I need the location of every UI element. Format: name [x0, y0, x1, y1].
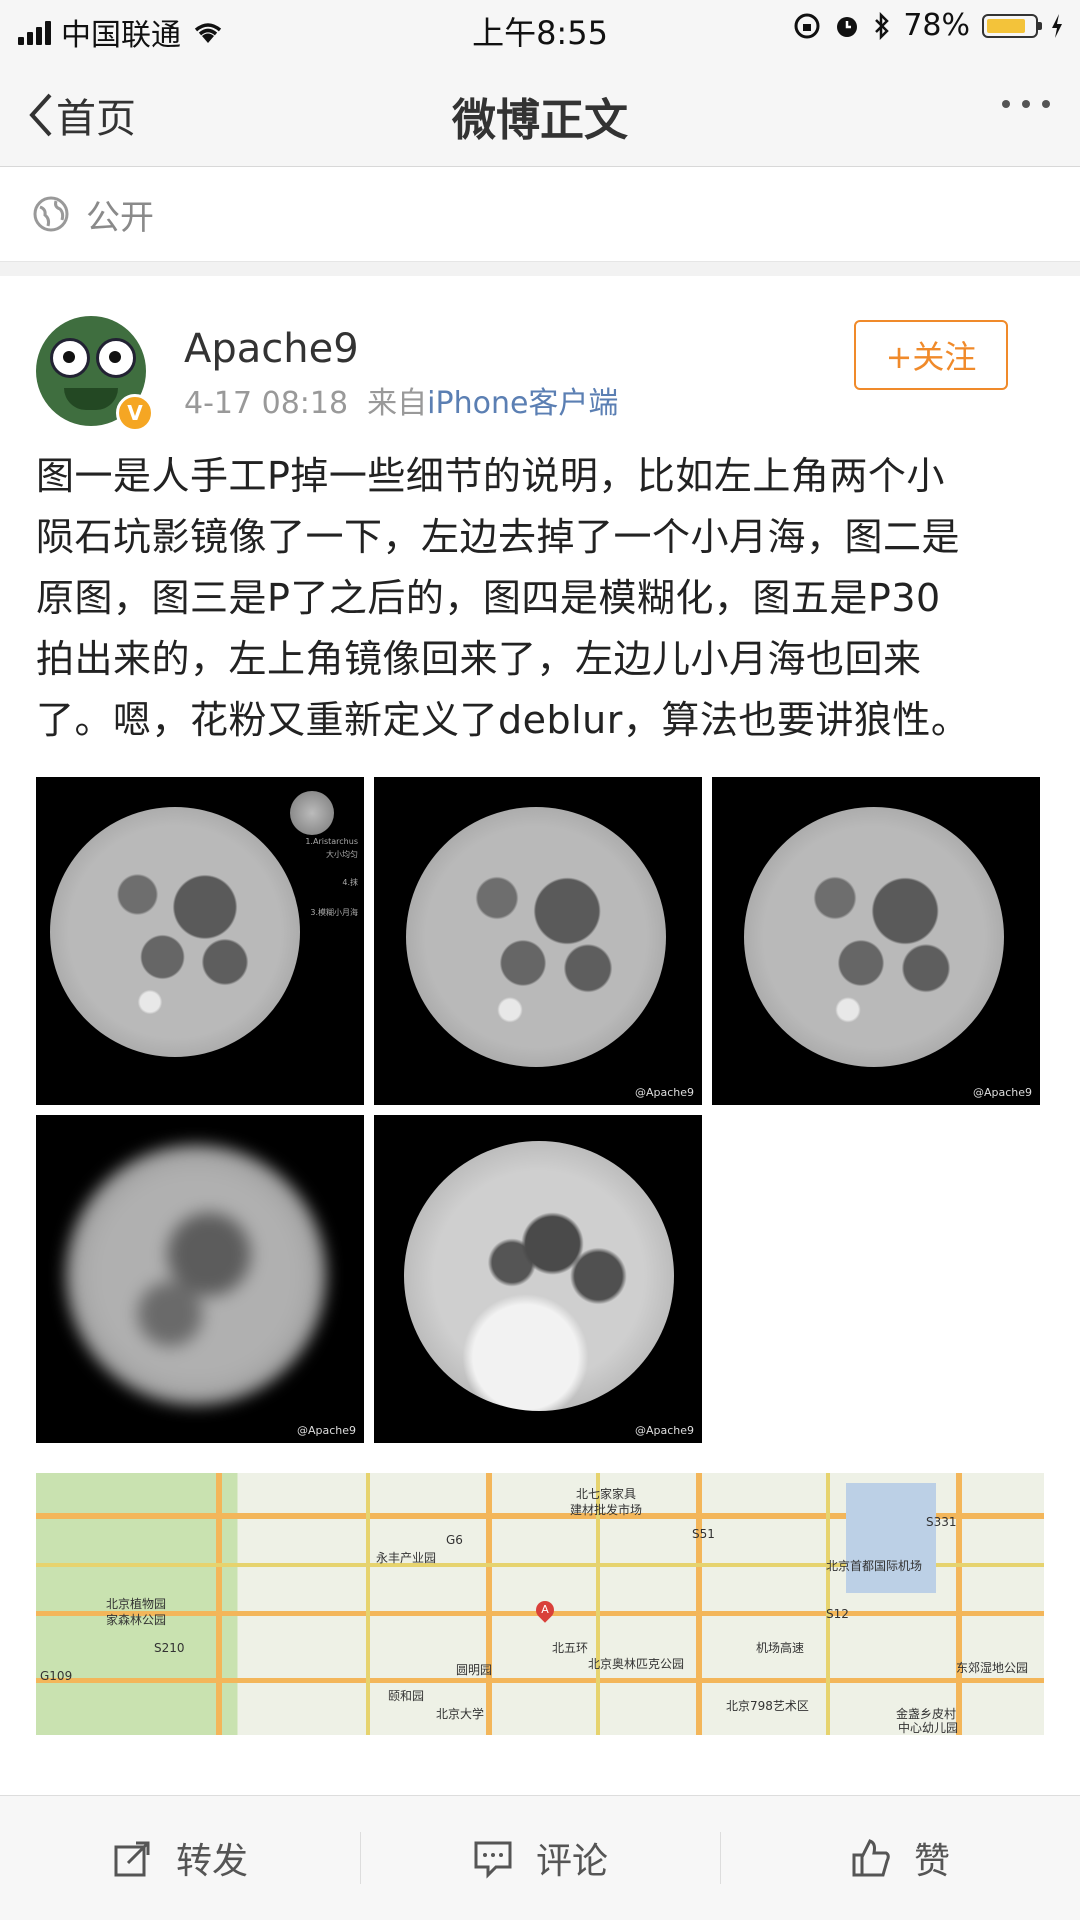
post-source-link[interactable]: iPhone客户端	[427, 386, 618, 421]
charging-icon	[1052, 13, 1062, 38]
navigation-bar: 首页 微博正文	[0, 56, 1080, 167]
section-divider	[0, 262, 1080, 276]
post-timestamp: 4-17 08:18	[184, 386, 349, 421]
map-label: 中心幼儿园	[898, 1721, 959, 1735]
post-image-4[interactable]: @Apache9	[36, 1115, 364, 1443]
comment-icon	[474, 1841, 512, 1879]
map-label: 圆明园	[456, 1663, 493, 1677]
bluetooth-icon	[875, 11, 890, 40]
post-image-2[interactable]: @Apache9	[374, 777, 702, 1105]
action-bar: 转发 评论 赞	[0, 1795, 1080, 1920]
post-text-line: 图一是人手工P掉一些细节的说明，比如左上角两个小	[36, 454, 945, 498]
battery-icon	[982, 13, 1042, 38]
post-meta: 4-17 08:18 来自iPhone客户端	[184, 378, 618, 422]
map-label: 永丰产业园	[376, 1551, 437, 1565]
map-label: S331	[926, 1515, 957, 1529]
comment-button[interactable]: 评论	[360, 1796, 720, 1920]
thumbs-up-icon	[852, 1839, 890, 1877]
repost-label: 转发	[175, 1841, 248, 1882]
map-label: 北京首都国际机场	[826, 1559, 923, 1573]
verified-badge-icon: V	[116, 394, 154, 432]
map-label: 北京798艺术区	[726, 1699, 809, 1713]
annotation-text: 3.模糊小月海	[310, 908, 358, 917]
rotation-lock-icon	[794, 13, 820, 38]
map-label: 北京奥林匹克公园	[588, 1657, 685, 1671]
image-grid: 1.Aristarchus 大小均匀 4.抹 3.模糊小月海 @Apache9 …	[36, 777, 1044, 1443]
post-text-line: 原图，图三是P了之后的，图四是模糊化，图五是P30	[36, 576, 941, 620]
map-label: S51	[692, 1527, 715, 1541]
map-label: S210	[154, 1641, 185, 1655]
map-label: 家森林公园	[106, 1613, 167, 1627]
visibility-row: 公开	[0, 167, 1080, 262]
post-image-1[interactable]: 1.Aristarchus 大小均匀 4.抹 3.模糊小月海	[36, 777, 364, 1105]
annotation-text: 大小均匀	[326, 850, 358, 859]
map-label: 东郊湿地公园	[956, 1661, 1029, 1675]
follow-button[interactable]: +关注	[854, 320, 1008, 390]
weibo-post: V Apache9 4-17 08:18 来自iPhone客户端 +关注 图一是…	[0, 276, 1080, 1735]
post-text-line: 陨石坑影镜像了一下，左边去掉了一个小月海，图二是	[36, 515, 961, 559]
post-text-line: 拍出来的，左上角镜像回来了，左边儿小月海也回来	[36, 637, 922, 681]
weibo-watermark: @Apache9	[634, 1424, 694, 1437]
map-label: G109	[40, 1669, 73, 1683]
battery-percent: 78%	[903, 8, 970, 43]
like-label: 赞	[913, 1841, 950, 1882]
globe-icon	[33, 196, 69, 232]
post-image-5[interactable]: @Apache9	[374, 1115, 702, 1443]
map-label: 北京植物园	[106, 1597, 167, 1611]
weibo-watermark: @Apache9	[296, 1424, 356, 1437]
like-button[interactable]: 赞	[720, 1796, 1080, 1920]
post-header: V Apache9 4-17 08:18 来自iPhone客户端 +关注	[36, 276, 1044, 432]
map-label: 北七家家具	[576, 1487, 637, 1501]
small-moon-thumbnail	[290, 791, 334, 835]
comment-label: 评论	[535, 1841, 608, 1882]
map-label: 建材批发市场	[570, 1503, 643, 1517]
source-prefix: 来自	[367, 386, 428, 421]
annotation-text: 4.抹	[342, 878, 358, 887]
weibo-watermark: @Apache9	[634, 1086, 694, 1099]
map-label: S12	[826, 1607, 849, 1621]
annotation-text: 1.Aristarchus	[305, 837, 358, 846]
weibo-watermark: @Apache9	[972, 1086, 1032, 1099]
map-label: 北京大学	[436, 1707, 485, 1721]
map-label: 机场高速	[756, 1641, 805, 1655]
repost-button[interactable]: 转发	[0, 1796, 360, 1920]
more-options-button[interactable]	[1002, 100, 1050, 108]
alarm-icon	[837, 16, 858, 37]
post-image-3[interactable]: @Apache9	[712, 777, 1040, 1105]
map-label: G6	[446, 1533, 463, 1547]
map-label: 北五环	[552, 1641, 589, 1655]
post-text: 图一是人手工P掉一些细节的说明，比如左上角两个小 陨石坑影镜像了一下，左边去掉了…	[36, 446, 1044, 751]
visibility-label: 公开	[86, 197, 154, 238]
location-map[interactable]: 北七家家具 建材批发市场 永丰产业园 北京首都国际机场 北京植物园 家森林公园 …	[36, 1473, 1044, 1735]
page-title: 微博正文	[452, 95, 628, 146]
username[interactable]: Apache9	[184, 326, 359, 372]
status-bar: 中国联通 上午8:55 78%	[0, 0, 1080, 56]
map-label: 颐和园	[388, 1689, 425, 1703]
share-icon	[114, 1841, 150, 1877]
post-text-line: 了。嗯，花粉又重新定义了deblur，算法也要讲狼性。	[36, 698, 970, 742]
map-pin-icon: A	[532, 1597, 558, 1623]
